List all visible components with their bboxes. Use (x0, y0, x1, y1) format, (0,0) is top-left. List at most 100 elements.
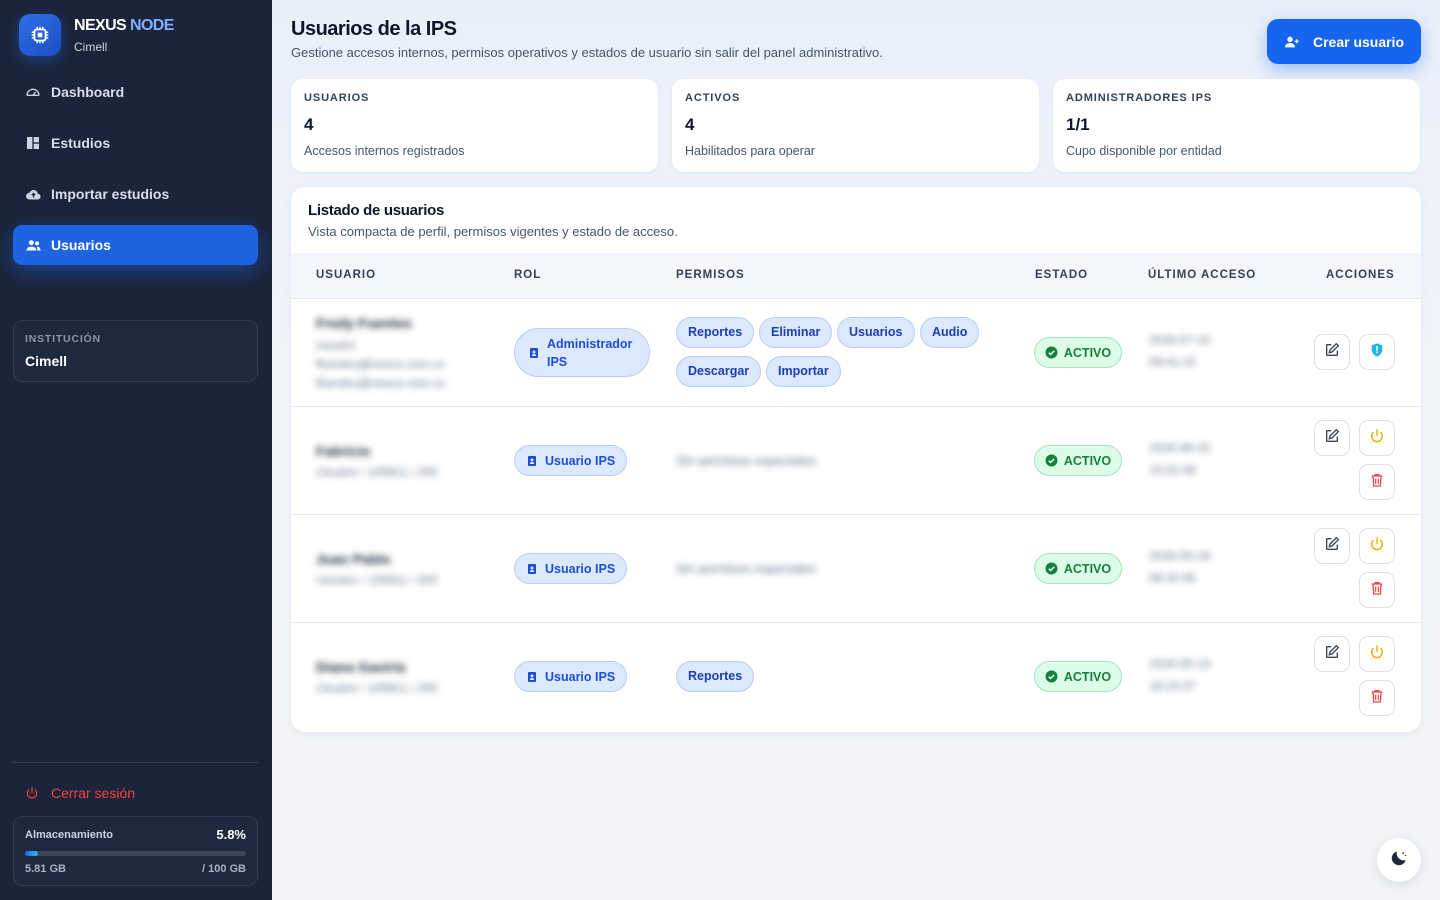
delete-user-button[interactable] (1359, 680, 1395, 716)
delete-user-button[interactable] (1359, 464, 1395, 500)
sidebar: NEXUS NODE Cimell Dashboard Estudios Imp… (0, 0, 272, 900)
grid-icon (24, 134, 42, 152)
sidebar-item-estudios[interactable]: Estudios (13, 123, 258, 163)
power-icon (24, 785, 40, 801)
add-user-icon (1284, 34, 1300, 50)
power-icon (1369, 428, 1385, 449)
create-user-button[interactable]: Crear usuario (1267, 19, 1421, 64)
check-circle-icon (1045, 454, 1058, 467)
status-badge: ACTIVO (1034, 661, 1122, 692)
theme-toggle-button[interactable] (1377, 838, 1421, 882)
moon-icon (1389, 848, 1409, 873)
permission-chip: Audio (920, 317, 980, 348)
list-subtitle: Vista compacta de perfil, permisos vigen… (308, 224, 678, 239)
column-header-rol: ROL (514, 269, 542, 281)
column-header-ultimo-acceso: ÚLTIMO ACCESO (1148, 269, 1257, 281)
delete-user-button[interactable] (1359, 572, 1395, 608)
user-name: Fabricio (316, 443, 371, 459)
stat-card-activos: ACTIVOS 4 Habilitados para operar (672, 79, 1039, 172)
stat-card-usuarios: USUARIOS 4 Accesos internos registrados (291, 79, 658, 172)
create-user-label: Crear usuario (1312, 33, 1405, 50)
toggle-user-button[interactable] (1359, 420, 1395, 456)
institution-value: Cimell (25, 353, 68, 369)
sidebar-item-importar-estudios[interactable]: Importar estudios (13, 174, 258, 214)
edit-user-button[interactable] (1314, 334, 1350, 370)
permissions-text: Sin permisos especiales (676, 561, 817, 576)
chip-logo-icon (19, 14, 61, 56)
role-label-line2: IPS (547, 354, 568, 369)
permission-chip: Importar (766, 356, 841, 387)
storage-label: Almacenamiento (25, 828, 114, 841)
page-title: Usuarios de la IPS (291, 18, 457, 40)
status-badge: ACTIVO (1034, 553, 1122, 584)
storage-percent: 5.8% (216, 827, 246, 842)
brand-subtitle: Cimell (74, 39, 108, 54)
stat-value: 4 (304, 115, 314, 134)
users-icon (24, 236, 42, 254)
permission-chip: Usuarios (837, 317, 915, 348)
sidebar-item-label: Importar estudios (51, 186, 170, 202)
sidebar-item-label: Usuarios (51, 237, 111, 253)
permission-chip: Reportes (676, 317, 755, 348)
table-row: Fredy Fuentes usuario ffuentes@nexus.com… (291, 299, 1421, 407)
permission-chip: Eliminar (759, 317, 833, 348)
power-icon (1369, 536, 1385, 557)
logout-button[interactable]: Cerrar sesión (24, 785, 135, 801)
table-row: Fabricio Usuario • 100811 / 200 Usuario … (291, 407, 1421, 515)
last-access-time: 15:02:48 (1149, 463, 1196, 477)
toggle-user-button[interactable] (1359, 528, 1395, 564)
trash-icon (1369, 472, 1385, 493)
column-header-acciones: ACCIONES (1326, 269, 1395, 281)
stat-label: ADMINISTRADORES IPS (1066, 92, 1213, 104)
sidebar-item-label: Dashboard (51, 84, 125, 100)
status-label: ACTIVO (1063, 453, 1112, 468)
permission-chip: Reportes (676, 661, 755, 692)
sidebar-item-label: Estudios (51, 135, 111, 151)
institution-card: INSTITUCIÓN Cimell (13, 320, 258, 382)
status-badge: ACTIVO (1034, 445, 1122, 476)
id-badge-icon (528, 347, 540, 359)
column-header-usuario: USUARIO (316, 269, 377, 281)
status-label: ACTIVO (1063, 561, 1112, 576)
sidebar-item-dashboard[interactable]: Dashboard (13, 72, 258, 112)
stat-description: Habilitados para operar (685, 144, 815, 158)
status-label: ACTIVO (1063, 669, 1112, 684)
edit-user-button[interactable] (1314, 528, 1350, 564)
role-label-line1: Administrador (547, 336, 633, 351)
sidebar-nav: Dashboard Estudios Importar estudios Usu… (13, 72, 258, 276)
stat-value: 1/1 (1066, 115, 1090, 134)
sidebar-item-usuarios[interactable]: Usuarios (13, 225, 258, 265)
role-label: Usuario IPS (545, 453, 616, 468)
role-badge: Usuario IPS (514, 661, 628, 692)
storage-total: / 100 GB (201, 863, 246, 875)
role-badge: Usuario IPS (514, 553, 628, 584)
page-subtitle: Gestione accesos internos, permisos oper… (291, 45, 883, 60)
user-email: ffuentes@nexus.com.co (316, 357, 445, 371)
last-access-time: 09:41:10 (1149, 355, 1196, 369)
table-row: Juan Pablo Usuario • 100811 / 200 Usuari… (291, 515, 1421, 623)
trash-icon (1369, 688, 1385, 709)
brand[interactable]: NEXUS NODE Cimell (19, 14, 174, 56)
power-icon (1369, 644, 1385, 665)
main-content: Usuarios de la IPS Gestione accesos inte… (272, 0, 1440, 900)
edit-user-button[interactable] (1314, 636, 1350, 672)
edit-icon (1324, 644, 1340, 665)
last-access-date: 2026-05-28 (1149, 549, 1211, 563)
role-badge: Administrador IPS (514, 328, 650, 377)
user-email-secondary: ffuentes@nexus.com.co (316, 376, 445, 390)
status-label: ACTIVO (1063, 345, 1112, 360)
admin-permissions-button[interactable] (1359, 334, 1395, 370)
user-detail: Usuario • 100811 / 200 (316, 465, 438, 479)
last-access-date: 2026-05-14 (1149, 657, 1211, 671)
edit-user-button[interactable] (1314, 420, 1350, 456)
user-detail: usuario (316, 338, 356, 352)
storage-progress-bar (25, 851, 246, 856)
storage-card: Almacenamiento 5.8% 5.81 GB / 100 GB (13, 816, 258, 886)
stat-description: Cupo disponible por entidad (1066, 144, 1222, 158)
sidebar-divider (13, 762, 258, 763)
toggle-user-button[interactable] (1359, 636, 1395, 672)
stat-card-administradores: ADMINISTRADORES IPS 1/1 Cupo disponible … (1053, 79, 1420, 172)
stat-label: ACTIVOS (685, 92, 741, 104)
user-detail: Usuario • 100811 / 200 (316, 681, 438, 695)
role-label: Usuario IPS (545, 561, 616, 576)
